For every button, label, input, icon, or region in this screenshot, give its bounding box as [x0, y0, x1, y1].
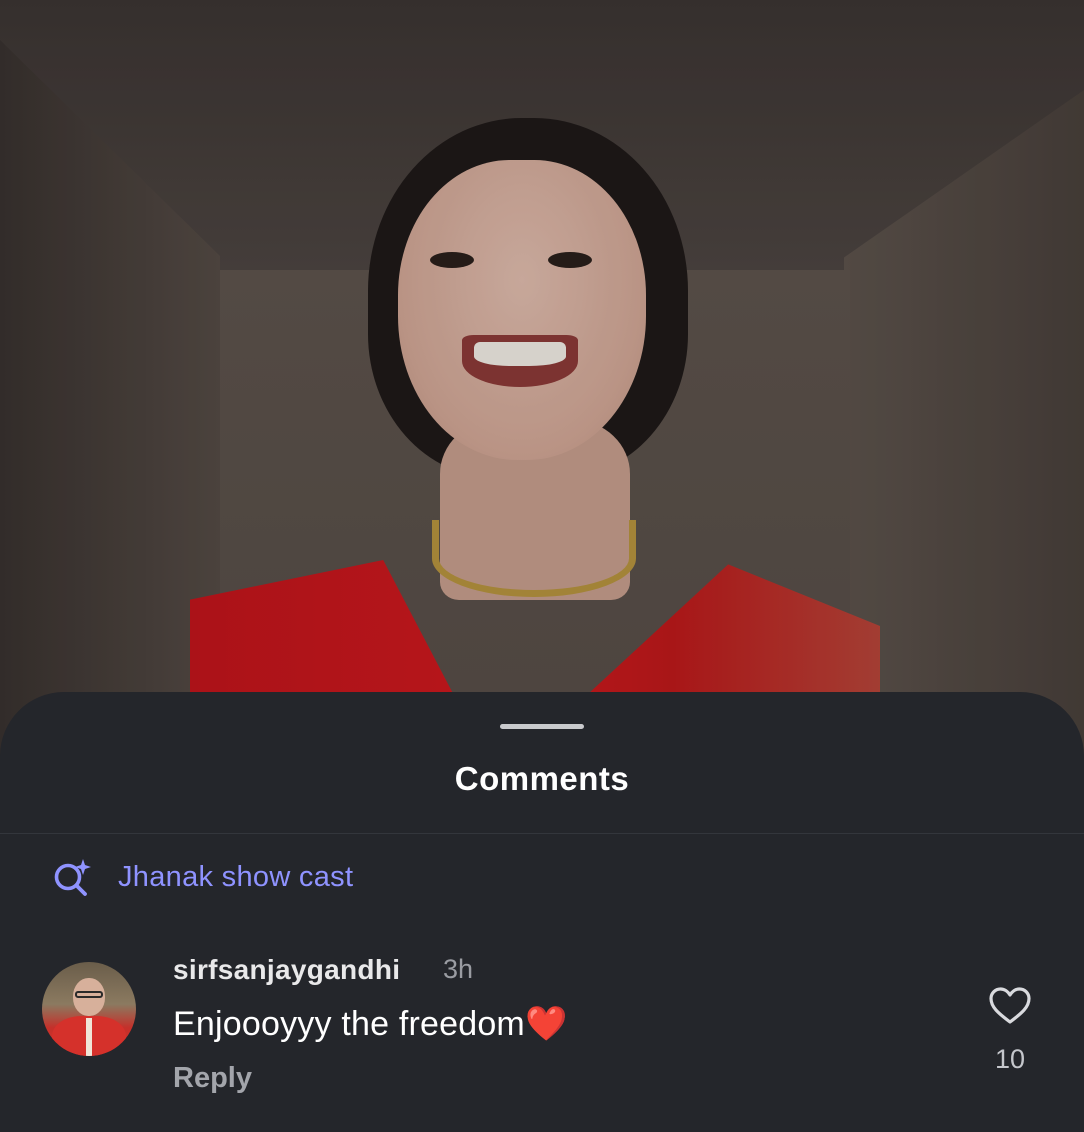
- heart-outline-icon[interactable]: [988, 986, 1032, 1026]
- sheet-drag-handle[interactable]: [500, 724, 584, 729]
- video-dim-overlay: [0, 0, 1084, 760]
- like-count: 10: [994, 1044, 1026, 1074]
- sheet-divider: [0, 833, 1084, 834]
- avatar-kurta-trim: [86, 1018, 92, 1056]
- reply-button[interactable]: Reply: [173, 1062, 252, 1095]
- reel-comments-screen: Comments Jhanak show cast sirfsanjaygand…: [0, 0, 1084, 1132]
- comment-username[interactable]: sirfsanjaygandhi: [173, 954, 400, 986]
- comment-text: Enjoooyyy the freedom❤️: [173, 1005, 568, 1043]
- comment-timestamp: 3h: [443, 954, 474, 984]
- sparkle-search-icon: [54, 859, 91, 896]
- avatar-glasses: [75, 991, 103, 998]
- sheet-title: Comments: [454, 760, 630, 797]
- comments-sheet: Comments Jhanak show cast sirfsanjaygand…: [0, 692, 1084, 1132]
- avatar[interactable]: [42, 962, 136, 1056]
- search-suggestion[interactable]: Jhanak show cast: [52, 854, 353, 900]
- search-suggestion-label: Jhanak show cast: [118, 860, 354, 893]
- comment-item: sirfsanjaygandhi 3h Enjoooyyy the freedo…: [42, 954, 1042, 1114]
- video-player[interactable]: [0, 0, 1084, 760]
